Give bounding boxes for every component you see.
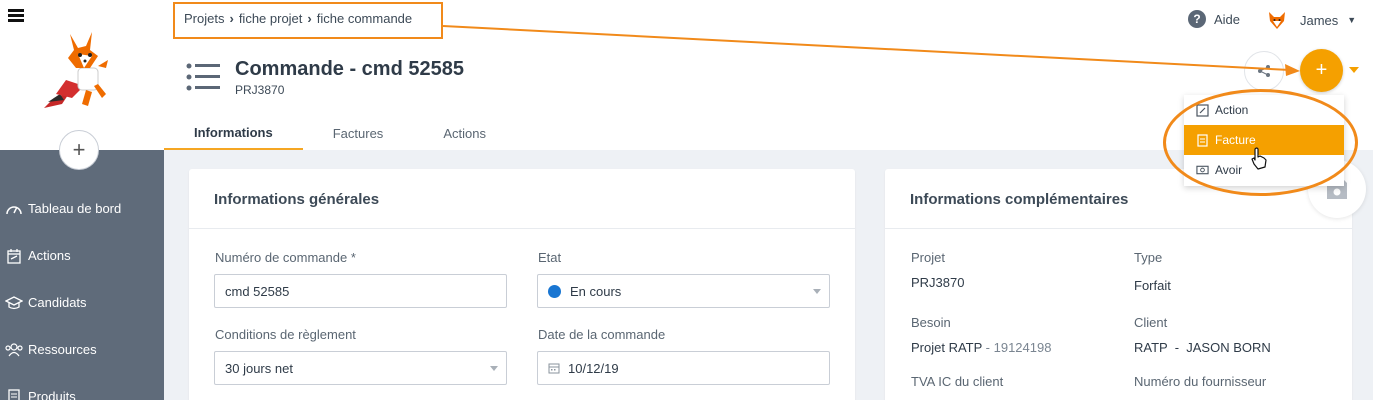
breadcrumb-highlight-box [173,2,443,39]
menu-item-label: Facture [1215,133,1256,147]
order-number-label: Numéro de commande * [215,250,356,265]
tab-bar: Informations Factures Actions [164,117,516,150]
avatar [1269,12,1285,29]
edit-icon [1196,103,1209,117]
users-icon [4,341,24,359]
help-link[interactable]: ? Aide [1188,10,1240,28]
page-title: Commande - cmd 52585 [235,58,464,80]
dashboard-icon [4,200,24,218]
sidebar-item-actions[interactable]: Actions [0,232,164,279]
payment-terms-value: 30 jours net [225,360,293,376]
order-number-input[interactable]: cmd 52585 [214,274,507,308]
client-value[interactable]: RATP - JASON BORN [1134,340,1271,355]
menu-item-action[interactable]: Action [1184,95,1344,125]
calendar-icon [4,247,24,265]
status-dot [548,284,561,298]
vat-label: TVA IC du client [911,374,1004,389]
state-select[interactable]: En cours [537,274,830,308]
type-value: Forfait [1134,278,1171,293]
list-icon [186,63,220,91]
payment-terms-select[interactable]: 30 jours net [214,351,507,385]
caret-down-icon [490,366,498,371]
state-value: En cours [570,283,622,299]
sidebar-header [0,0,164,150]
need-value[interactable]: Projet RATP - 19124198 [911,340,1051,355]
sidebar-item-label: Actions [28,248,71,263]
menu-icon[interactable] [8,9,24,23]
state-label: Etat [538,250,562,265]
sidebar-item-label: Candidats [28,295,87,310]
divider [189,228,855,229]
sidebar-item-tableau-de-bord[interactable]: Tableau de bord [0,185,164,232]
divider [885,228,1352,229]
need-name: Projet RATP [911,340,983,355]
need-label: Besoin [911,315,951,330]
caret-down-icon: ▼ [1347,15,1357,25]
sidebar-item-ressources[interactable]: Ressources [0,326,164,373]
order-date-value: 10/12/19 [568,360,619,376]
tab-informations[interactable]: Informations [164,117,303,150]
tab-actions[interactable]: Actions [413,117,516,150]
tab-factures[interactable]: Factures [303,117,414,150]
card-title: Informations complémentaires [910,191,1129,208]
menu-item-label: Avoir [1215,163,1243,177]
order-date-input[interactable]: 10/12/19 [537,351,830,385]
share-button[interactable] [1244,51,1284,91]
sidebar: + Tableau de bord Actions Candidats Ress… [0,0,164,400]
sidebar-nav: Tableau de bord Actions Candidats Ressou… [0,185,164,400]
complementary-info-card: Informations complémentaires Projet PRJ3… [885,169,1352,400]
menu-item-label: Action [1215,103,1249,117]
calendar-icon [548,363,560,374]
help-icon: ? [1188,10,1206,28]
client-label: Client [1134,315,1168,330]
document-icon [4,388,24,400]
share-icon [1258,65,1270,77]
type-label: Type [1134,250,1163,265]
sidebar-add-button[interactable]: + [59,130,99,170]
invoice-icon [1196,133,1209,147]
page-subtitle: PRJ3870 [235,83,285,97]
help-label: Aide [1214,11,1241,27]
project-value: PRJ3870 [911,275,965,290]
sidebar-item-label: Produits [28,389,76,400]
user-menu[interactable]: James ▼ [1266,9,1356,31]
money-icon [1196,164,1209,177]
project-label: Projet [911,250,945,265]
sidebar-item-candidats[interactable]: Candidats [0,279,164,326]
user-name: James [1300,12,1339,28]
caret-down-icon [813,289,821,294]
supplier-number-label: Numéro du fournisseur [1134,374,1267,389]
sidebar-item-label: Tableau de bord [28,201,122,216]
payment-terms-label: Conditions de règlement [215,327,356,342]
card-title: Informations générales [214,191,380,208]
order-date-label: Date de la commande [538,327,666,342]
add-dropdown-menu: Action Facture Avoir [1184,95,1344,186]
sidebar-item-label: Ressources [28,342,97,357]
add-action-button[interactable]: + [1300,49,1343,92]
caret-down-icon[interactable] [1349,67,1359,73]
sidebar-item-produits[interactable]: Produits [0,373,164,400]
general-info-card: Informations générales Numéro de command… [189,169,855,400]
need-reference: - 19124198 [985,340,1052,355]
hand-cursor-icon [1251,147,1267,170]
graduation-cap-icon [4,294,24,312]
fox-logo [44,32,108,108]
